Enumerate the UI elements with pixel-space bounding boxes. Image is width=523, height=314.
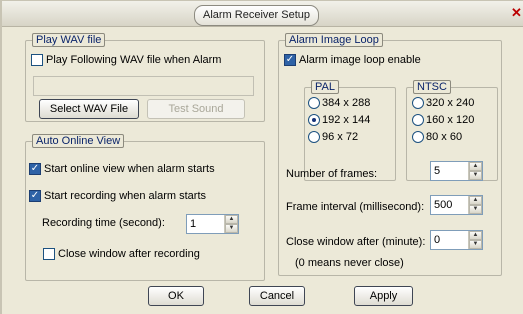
- ntsc-legend: NTSC: [413, 80, 451, 94]
- pal-option-label: 384 x 288: [322, 97, 371, 109]
- recording-time-value: 1: [190, 218, 197, 230]
- window-title: Alarm Receiver Setup: [194, 5, 319, 26]
- ntsc-option-label: 160 x 120: [426, 114, 475, 126]
- alarm-image-loop-enable-checkbox[interactable]: ✓: [284, 54, 296, 66]
- recording-time-label: Recording time (second):: [42, 217, 165, 229]
- pal-radio-96x72[interactable]: [308, 131, 320, 143]
- number-of-frames-stepper[interactable]: 5 ▲ ▼: [430, 161, 483, 181]
- alarm-image-loop-enable-label: Alarm image loop enable: [299, 54, 421, 66]
- ntsc-radio-320x240[interactable]: [412, 97, 424, 109]
- close-window-after-stepper[interactable]: 0 ▲ ▼: [430, 230, 483, 250]
- test-sound-button[interactable]: Test Sound: [147, 99, 245, 119]
- close-window-note: (0 means never close): [295, 257, 404, 269]
- pal-option-label: 96 x 72: [322, 131, 359, 143]
- select-wav-file-button[interactable]: Select WAV File: [39, 99, 139, 119]
- frame-interval-spinner[interactable]: ▲ ▼: [468, 196, 482, 214]
- close-window-after-value: 0: [434, 234, 441, 246]
- pal-option-label: 192 x 144: [322, 114, 371, 126]
- auto-online-view-legend: Auto Online View: [32, 134, 125, 148]
- play-wav-checkbox-label: Play Following WAV file when Alarm: [46, 54, 222, 66]
- start-online-view-label: Start online view when alarm starts: [44, 163, 215, 175]
- close-window-after-label: Close window after (minute):: [286, 236, 426, 248]
- frame-interval-stepper[interactable]: 500 ▲ ▼: [430, 195, 483, 215]
- close-window-after-recording-label: Close window after recording: [58, 248, 200, 260]
- start-recording-checkbox[interactable]: ✓: [29, 190, 41, 202]
- number-of-frames-spinner[interactable]: ▲ ▼: [468, 162, 482, 180]
- pal-radio-192x144[interactable]: [308, 114, 320, 126]
- number-of-frames-value: 5: [434, 165, 441, 177]
- ntsc-option-label: 320 x 240: [426, 97, 475, 109]
- close-window-after-recording-checkbox[interactable]: [43, 248, 55, 260]
- ntsc-radio-80x60[interactable]: [412, 131, 424, 143]
- alarm-image-loop-legend: Alarm Image Loop: [285, 33, 383, 47]
- title-bar: Alarm Receiver Setup ✕: [2, 1, 523, 27]
- recording-time-spinner[interactable]: ▲ ▼: [224, 215, 238, 233]
- ntsc-option-label: 80 x 60: [426, 131, 463, 143]
- ntsc-radio-160x120[interactable]: [412, 114, 424, 126]
- apply-button[interactable]: Apply: [354, 286, 413, 306]
- frame-interval-value: 500: [434, 199, 453, 211]
- wav-file-path-field[interactable]: [33, 76, 254, 96]
- number-of-frames-label: Number of frames:: [286, 168, 378, 180]
- recording-time-stepper[interactable]: 1 ▲ ▼: [186, 214, 239, 234]
- start-online-view-checkbox[interactable]: ✓: [29, 163, 41, 175]
- play-wav-checkbox[interactable]: [31, 54, 43, 66]
- close-window-after-spinner[interactable]: ▲ ▼: [468, 231, 482, 249]
- alarm-receiver-setup-dialog: Alarm Receiver Setup ✕ Play WAV file Pla…: [0, 0, 523, 314]
- close-icon[interactable]: ✕: [511, 5, 523, 23]
- play-wav-legend: Play WAV file: [32, 33, 106, 47]
- start-recording-label: Start recording when alarm starts: [44, 190, 207, 202]
- cancel-button[interactable]: Cancel: [249, 286, 305, 306]
- frame-interval-label: Frame interval (millisecond):: [286, 201, 425, 213]
- wav-file-path-value: [34, 77, 253, 95]
- ok-button[interactable]: OK: [148, 286, 204, 306]
- pal-legend: PAL: [311, 80, 339, 94]
- pal-radio-384x288[interactable]: [308, 97, 320, 109]
